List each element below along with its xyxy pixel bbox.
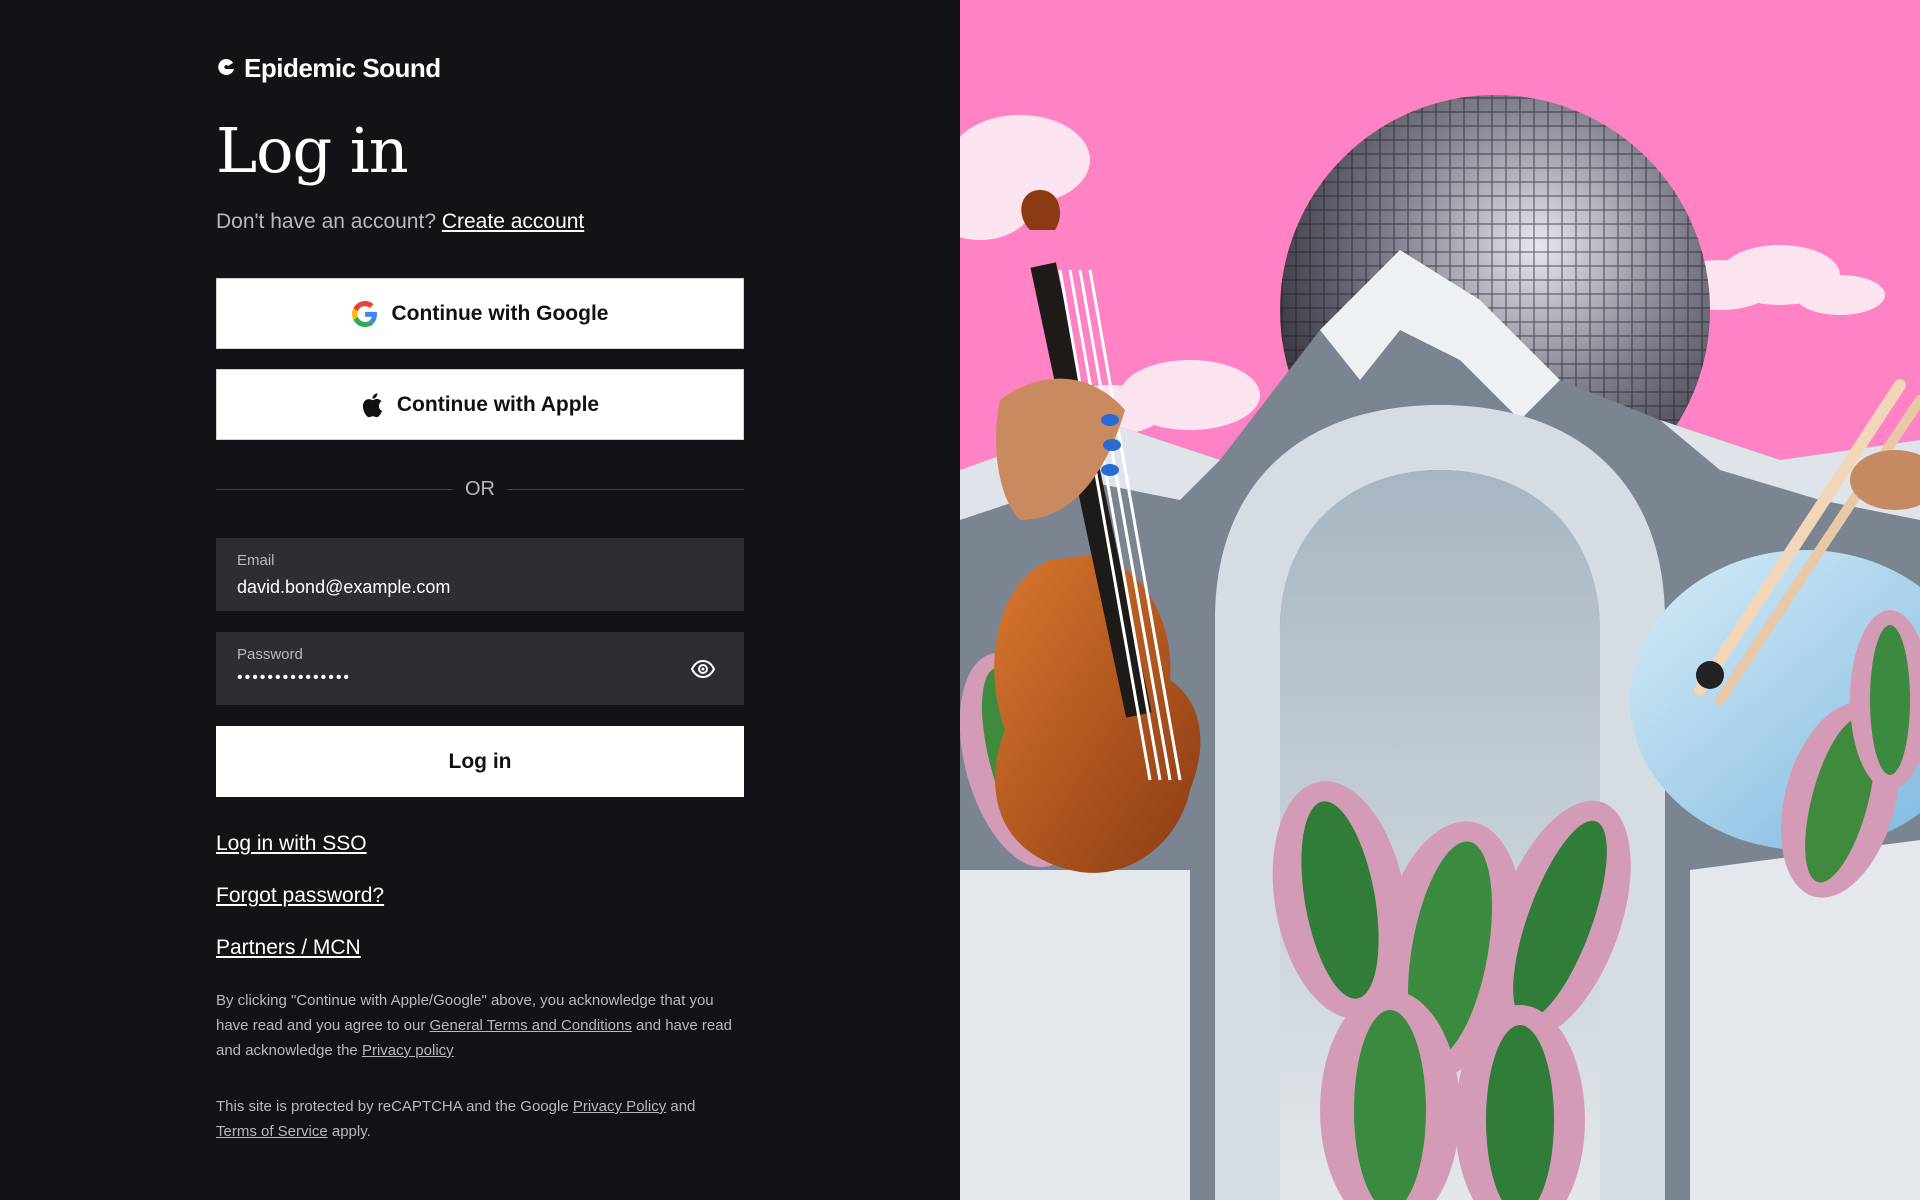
collage-illustration bbox=[960, 95, 1920, 1200]
login-content: Epidemic Sound Log in Don't have an acco… bbox=[216, 52, 744, 1144]
email-field[interactable]: Email david.bond@example.com bbox=[216, 538, 744, 611]
or-text: OR bbox=[465, 478, 495, 500]
email-value[interactable]: david.bond@example.com bbox=[237, 577, 723, 598]
signup-prompt: Don't have an account? Create account bbox=[216, 210, 744, 234]
terms-of-service-link[interactable]: Terms of Service bbox=[216, 1123, 328, 1140]
recaptcha-notice: This site is protected by reCAPTCHA and … bbox=[216, 1094, 744, 1144]
login-button[interactable]: Log in bbox=[216, 726, 744, 797]
password-value[interactable]: ••••••••••••••• bbox=[237, 669, 723, 687]
create-account-link[interactable]: Create account bbox=[442, 210, 584, 233]
eye-icon[interactable] bbox=[690, 656, 716, 682]
email-label: Email bbox=[237, 552, 275, 569]
hero-image bbox=[960, 0, 1920, 1200]
partners-mcn-link[interactable]: Partners / MCN bbox=[216, 936, 744, 960]
recaptcha-text-b: and bbox=[670, 1098, 696, 1115]
wall-right bbox=[1690, 840, 1920, 1200]
recaptcha-text-a: This site is protected by reCAPTCHA and … bbox=[216, 1098, 569, 1115]
divider-line-left bbox=[216, 489, 453, 490]
brand-logo[interactable]: Epidemic Sound bbox=[216, 52, 744, 84]
login-panel: Epidemic Sound Log in Don't have an acco… bbox=[0, 0, 960, 1200]
password-field[interactable]: Password ••••••••••••••• bbox=[216, 632, 744, 705]
continue-with-apple-button[interactable]: Continue with Apple bbox=[216, 369, 744, 440]
sso-login-link[interactable]: Log in with SSO bbox=[216, 832, 744, 856]
privacy-policy-link[interactable]: Privacy policy bbox=[362, 1042, 454, 1059]
apple-button-label: Continue with Apple bbox=[396, 392, 600, 416]
recaptcha-text-c: apply. bbox=[331, 1123, 371, 1140]
page-title: Log in bbox=[216, 114, 409, 187]
divider-line-right bbox=[507, 489, 744, 490]
google-icon bbox=[351, 300, 377, 327]
or-divider: OR bbox=[216, 478, 744, 501]
continue-with-google-button[interactable]: Continue with Google bbox=[216, 278, 744, 349]
no-account-text: Don't have an account? bbox=[216, 210, 436, 233]
apple-icon bbox=[362, 392, 382, 417]
forgot-password-link[interactable]: Forgot password? bbox=[216, 884, 744, 908]
general-terms-link[interactable]: General Terms and Conditions bbox=[430, 1017, 632, 1034]
wall-left bbox=[960, 870, 1190, 1200]
epidemic-sound-logo-icon bbox=[218, 58, 234, 75]
terms-notice: By clicking "Continue with Apple/Google"… bbox=[216, 988, 744, 1063]
google-privacy-policy-link[interactable]: Privacy Policy bbox=[573, 1098, 666, 1115]
password-label: Password bbox=[237, 646, 303, 663]
alt-links: Log in with SSO Forgot password? Partner… bbox=[216, 832, 744, 960]
google-button-label: Continue with Google bbox=[391, 301, 609, 325]
brand-name: Epidemic Sound bbox=[244, 52, 441, 83]
